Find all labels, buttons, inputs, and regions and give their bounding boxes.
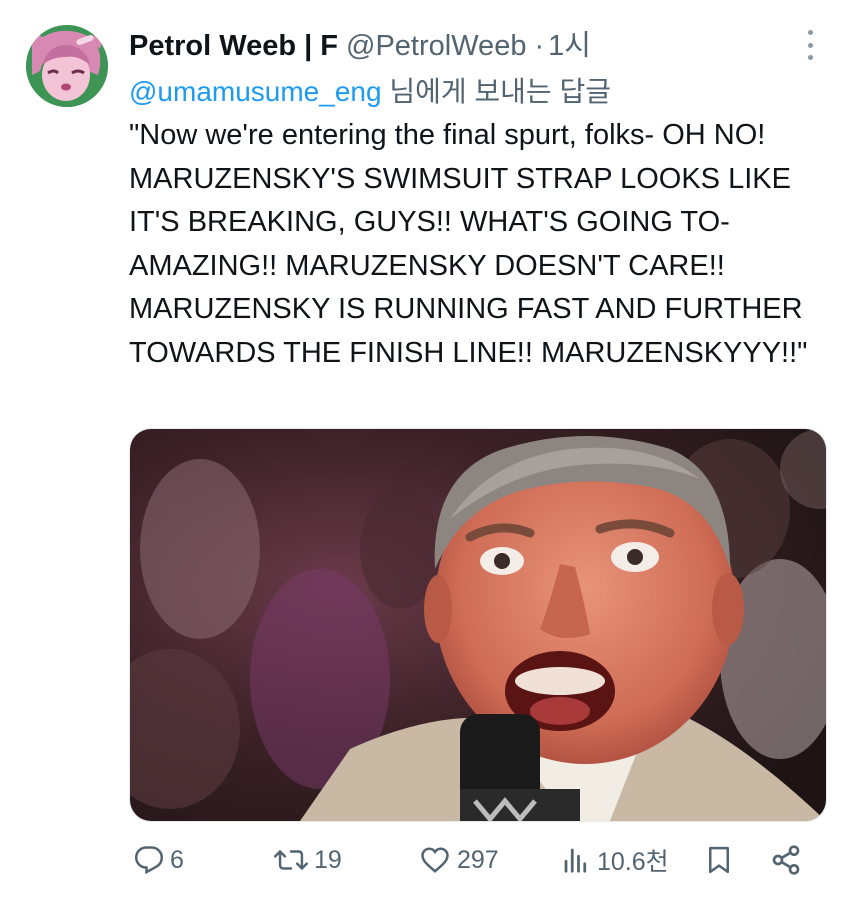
like-button[interactable]: 297: [419, 838, 499, 882]
tweet[interactable]: Petrol Weeb | F @PetrolWeeb · 1시 @umamus…: [0, 0, 850, 899]
views-icon: [564, 848, 587, 873]
author-avatar[interactable]: [26, 25, 108, 107]
reply-icon: [134, 846, 164, 875]
author-handle[interactable]: @PetrolWeeb: [346, 30, 526, 63]
views-button[interactable]: 10.6천: [561, 838, 669, 882]
retweet-count: 19: [314, 845, 342, 874]
like-count: 297: [457, 845, 499, 874]
bookmark-button[interactable]: [704, 838, 734, 882]
tweet-header: Petrol Weeb | F @PetrolWeeb · 1시: [129, 22, 591, 62]
reply-suffix: 님에게 보내는 답글: [381, 76, 611, 107]
reply-button[interactable]: 6: [134, 838, 184, 882]
share-icon: [772, 845, 800, 875]
reply-context: @umamusume_eng 님에게 보내는 답글: [129, 70, 611, 110]
avatar-image: [26, 25, 108, 107]
tweet-media-image[interactable]: [129, 428, 827, 822]
heart-icon: [421, 847, 449, 873]
bookmark-icon: [709, 846, 729, 874]
reply-mention-link[interactable]: @umamusume_eng: [129, 76, 382, 107]
separator-dot: ·: [534, 30, 545, 62]
tweet-text: "Now we're entering the final spurt, fol…: [129, 119, 811, 369]
retweet-button[interactable]: 19: [274, 838, 342, 882]
author-display-name[interactable]: Petrol Weeb | F: [129, 30, 338, 63]
reply-count: 6: [170, 845, 184, 874]
more-options-icon[interactable]: [800, 30, 820, 60]
share-button[interactable]: [770, 838, 802, 882]
views-count: 10.6천: [597, 848, 669, 876]
tweet-timestamp[interactable]: 1시: [548, 22, 591, 64]
tweet-actions: 6 19 297 10.6천: [129, 838, 819, 882]
retweet-icon: [274, 850, 308, 870]
reaction-photo: [130, 429, 826, 821]
